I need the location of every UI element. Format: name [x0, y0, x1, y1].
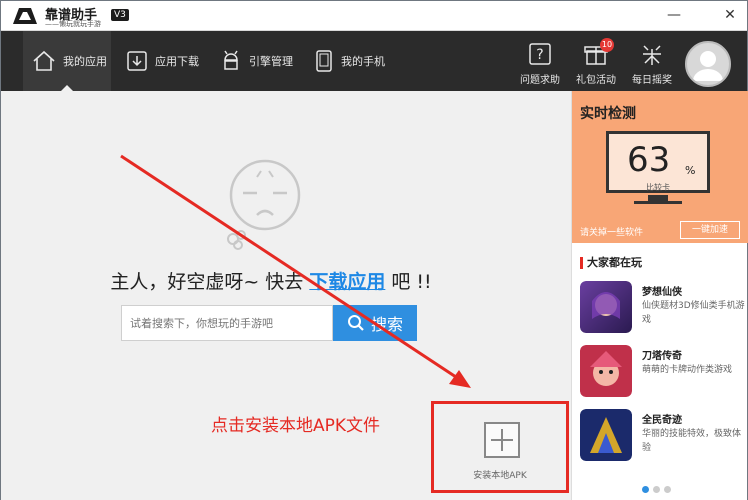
version-badge: V3: [111, 9, 129, 21]
my-apps-panel: 主人，好空虚呀~ 快去 下载应用 吧 !! 搜索 点击安装本地APK文件 安装本…: [1, 91, 571, 500]
nav-tab-label: 引擎管理: [249, 55, 293, 68]
user-icon: [693, 51, 723, 81]
nav-tab-my-apps[interactable]: 我的应用: [23, 31, 111, 91]
game-desc: 萌萌的卡牌动作类游戏: [642, 365, 733, 375]
right-panel: 实时检测 63 % 比较卡 请关掉一些软件 一键加速 大家都在玩 梦想仙侠 仙侠…: [571, 91, 748, 500]
sad-face-icon: [227, 159, 301, 250]
empty-message-suffix: 吧 !!: [391, 271, 432, 293]
title-bar[interactable]: 靠谱助手 ——懒玩就玩手游 V3 — ✕: [1, 1, 747, 31]
install-apk-label: 安装本地APK: [473, 471, 527, 481]
score-unit: %: [685, 164, 696, 177]
speed-up-button[interactable]: 一键加速: [680, 221, 740, 239]
gift-button[interactable]: 10 礼包活动: [567, 38, 625, 86]
nav-tab-engine[interactable]: 引擎管理: [219, 31, 309, 91]
search-input[interactable]: [121, 305, 333, 341]
download-apps-link[interactable]: 下载应用: [309, 271, 385, 293]
game-desc: 仙侠题材3D修仙类手机游戏: [642, 301, 745, 325]
nav-tab-label: 我的应用: [63, 55, 107, 68]
search-button[interactable]: 搜索: [333, 305, 417, 341]
nav-tab-label: 应用下载: [155, 55, 199, 68]
game-name: 梦想仙侠: [642, 287, 682, 298]
performance-score: 63: [627, 140, 671, 180]
phone-icon: [316, 50, 332, 72]
realtime-monitor: 实时检测 63 % 比较卡 请关掉一些软件 一键加速: [572, 91, 748, 243]
game-thumbnail: [580, 409, 632, 461]
plus-icon: [491, 429, 513, 451]
help-icon: ?: [529, 43, 551, 65]
nav-tab-my-phone[interactable]: 我的手机: [313, 31, 403, 91]
close-button[interactable]: ✕: [719, 5, 741, 25]
carousel-dot[interactable]: [642, 486, 649, 493]
game-name: 全民奇迹: [642, 415, 682, 426]
monitor-base: [634, 201, 682, 204]
carousel-dot[interactable]: [653, 486, 660, 493]
install-apk-callout: 点击安装本地APK文件: [211, 416, 381, 436]
gift-label: 礼包活动: [576, 75, 616, 86]
carousel-dots: [642, 478, 675, 497]
lottery-label: 每日摇奖: [632, 75, 672, 86]
lottery-button[interactable]: 每日摇奖: [623, 41, 681, 86]
game-desc: 华丽的技能特效，极致体验: [642, 429, 742, 453]
score-status: 比较卡: [646, 183, 670, 192]
nav-tab-label: 我的手机: [341, 55, 385, 68]
minimize-button[interactable]: —: [663, 5, 685, 25]
search-button-label: 搜索: [370, 315, 403, 334]
lottery-icon: [643, 45, 661, 65]
top-nav: 我的应用 应用下载 引擎管理 我的手机 ? 问题求助 10 礼包活动 每日摇奖: [1, 31, 747, 91]
svg-text:?: ?: [536, 47, 543, 63]
install-apk-button[interactable]: [484, 422, 520, 458]
empty-message: 主人，好空虚呀~ 快去 下载应用 吧 !!: [1, 267, 541, 294]
game-item[interactable]: 梦想仙侠 仙侠题材3D修仙类手机游戏: [580, 281, 745, 337]
speed-hint: 请关掉一些软件: [580, 228, 644, 238]
game-thumbnail: [580, 345, 632, 397]
search-icon: [347, 315, 364, 331]
help-label: 问题求助: [520, 75, 560, 86]
app-logo-icon: [13, 8, 37, 24]
android-icon: [224, 50, 238, 70]
monitor-title: 实时检测: [580, 106, 636, 122]
gift-badge: 10: [600, 38, 614, 52]
app-window: 靠谱助手 ——懒玩就玩手游 V3 — ✕ 我的应用 应用下载 引擎管理 我的手机…: [0, 0, 748, 500]
help-button[interactable]: ? 问题求助: [511, 41, 569, 86]
home-icon: [33, 50, 55, 71]
avatar[interactable]: [685, 41, 731, 87]
download-icon: [127, 51, 147, 71]
install-apk-highlight: 安装本地APK: [431, 401, 569, 493]
monitor-screen-icon: 63 % 比较卡: [606, 131, 710, 193]
carousel-dot[interactable]: [664, 486, 671, 493]
game-item[interactable]: 全民奇迹 华丽的技能特效，极致体验: [580, 409, 744, 465]
app-tagline: ——懒玩就玩手游: [45, 20, 101, 28]
empty-message-prefix: 主人，好空虚呀~ 快去: [110, 271, 304, 293]
game-thumbnail: [580, 281, 632, 333]
game-item[interactable]: 刀塔传奇 萌萌的卡牌动作类游戏: [580, 345, 744, 401]
nav-tab-download[interactable]: 应用下载: [125, 31, 215, 91]
popular-games-title: 大家都在玩: [580, 257, 642, 269]
game-name: 刀塔传奇: [642, 351, 682, 362]
